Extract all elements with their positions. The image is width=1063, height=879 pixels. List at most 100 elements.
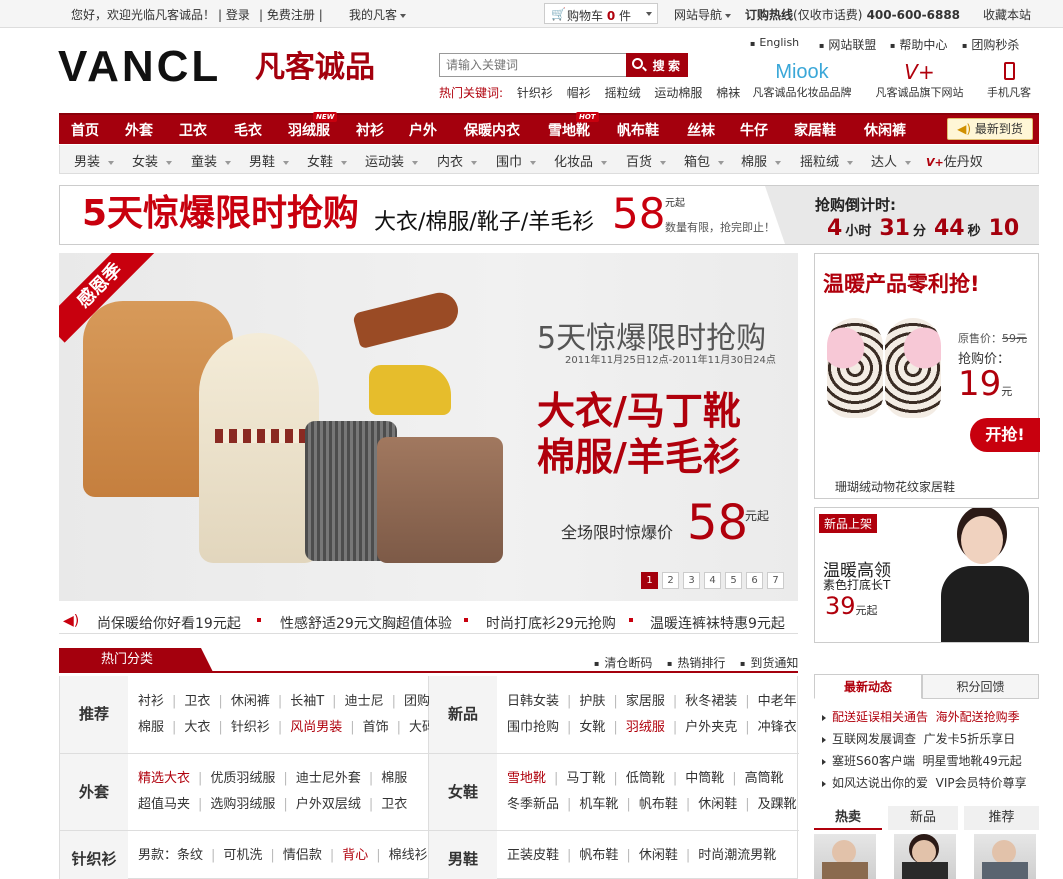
category-link[interactable]: 户外夹克 <box>685 720 737 735</box>
nav-item[interactable]: 卫衣 <box>179 120 207 140</box>
tab-points[interactable]: 积分回馈 <box>922 674 1039 699</box>
category-link[interactable]: 风尚男装 <box>290 720 342 735</box>
category-link[interactable]: 羽绒服 <box>626 720 665 735</box>
subnav-item[interactable]: 男装 <box>74 151 115 170</box>
product-thumb[interactable] <box>894 834 956 879</box>
category-link[interactable]: 帆布鞋 <box>639 797 678 812</box>
subnav-item[interactable]: 围巾 <box>496 151 537 170</box>
subnav-item[interactable]: 内衣 <box>437 151 478 170</box>
tab-latest[interactable]: 最新动态 <box>814 674 922 699</box>
logo-en[interactable]: VANCL <box>58 44 221 90</box>
hot-keyword[interactable]: 棉袜 <box>716 86 740 100</box>
hot-keyword[interactable]: 帽衫 <box>567 86 591 100</box>
nav-item-snowboots[interactable]: HOT 雪地靴 <box>548 112 599 140</box>
ticker-item[interactable]: 时尚打底衫29元抢购 <box>486 613 616 633</box>
site-nav-dropdown[interactable]: 网站导航 <box>674 6 732 23</box>
nav-item[interactable]: 丝袜 <box>687 120 715 140</box>
category-link[interactable]: 及踝靴 <box>758 797 797 812</box>
category-link[interactable]: 背心 <box>342 848 368 863</box>
category-link[interactable]: 低筒靴 <box>626 771 665 786</box>
category-link[interactable]: 马丁靴 <box>566 771 605 786</box>
carousel-dot[interactable]: 7 <box>767 572 784 589</box>
subnav-item[interactable]: 化妆品 <box>554 151 608 170</box>
category-link[interactable]: 秋冬裙装 <box>685 694 737 709</box>
brand-mobile[interactable]: 手机凡客 <box>984 60 1034 100</box>
tab-hot[interactable]: 热卖 <box>814 806 882 830</box>
new-arrival-promo[interactable]: 新品上架 温暖高领 素色打底长T 39元起 <box>814 507 1039 643</box>
category-link[interactable]: 家居服 <box>626 694 665 709</box>
my-vancl-dropdown[interactable]: 我的凡客 <box>349 6 407 23</box>
help-link[interactable]: 帮助中心 <box>890 36 947 53</box>
nav-item[interactable]: 帆布鞋 <box>617 120 659 140</box>
product-thumb[interactable] <box>814 834 876 879</box>
hot-keyword[interactable]: 运动棉服 <box>654 86 702 100</box>
nav-item[interactable]: 牛仔 <box>740 120 768 140</box>
category-link[interactable]: 户外双层绒 <box>296 797 361 812</box>
category-link[interactable]: 日韩女装 <box>507 694 559 709</box>
hero-banner[interactable]: 感恩季 5天惊爆限时抢购 2011年11月25日12点-2011年11月30日2… <box>59 253 798 601</box>
category-link[interactable]: 围巾抢购 <box>507 720 559 735</box>
category-link[interactable]: 团购 <box>404 694 430 709</box>
category-link[interactable]: 冲锋衣 <box>758 720 797 735</box>
subnav-item-giordano[interactable]: V+佐丹奴 <box>926 151 983 170</box>
subnav-item[interactable]: 百货 <box>626 151 667 170</box>
subnav-item[interactable]: 女装 <box>132 151 173 170</box>
subnav-item[interactable]: 运动装 <box>365 151 419 170</box>
hot-keyword[interactable]: 针织衫 <box>517 86 553 100</box>
category-link[interactable]: 棉服 <box>138 720 164 735</box>
subnav-item[interactable]: 男鞋 <box>249 151 290 170</box>
category-link[interactable]: 高筒靴 <box>745 771 784 786</box>
category-link[interactable]: 情侣款 <box>283 848 322 863</box>
category-link[interactable]: 选购羽绒服 <box>210 797 275 812</box>
nav-item[interactable]: 保暖内衣 <box>464 120 520 140</box>
ticker-item[interactable]: 尚保暖给你好看19元起 <box>97 613 241 633</box>
english-link[interactable]: English <box>750 36 799 49</box>
arrival-notice-link[interactable]: 到货通知 <box>740 654 798 671</box>
category-link[interactable]: 可机洗 <box>223 848 262 863</box>
news-item[interactable]: 互联网发展调查 广发卡5折乐享日 <box>822 730 1015 747</box>
nav-item[interactable]: 外套 <box>125 120 153 140</box>
category-link[interactable]: 中老年 <box>758 694 797 709</box>
hot-keyword[interactable]: 摇粒绒 <box>605 86 641 100</box>
grab-button[interactable]: 开抢! <box>970 418 1040 452</box>
nav-item[interactable]: 户外 <box>409 120 437 140</box>
logo-cn[interactable]: 凡客诚品 <box>255 50 375 86</box>
category-link[interactable]: 正装皮鞋 <box>507 848 559 863</box>
register-link[interactable]: | 免费注册 | <box>259 6 323 23</box>
nav-item[interactable]: 休闲裤 <box>864 120 906 140</box>
carousel-dot[interactable]: 1 <box>641 572 658 589</box>
brand-miook[interactable]: Miook 凡客诚品化妆品品牌 <box>752 60 852 100</box>
news-item[interactable]: 塞班S60客户端 明星雪地靴49元起 <box>822 752 1022 769</box>
cart-button[interactable]: 🛒 购物车 0 件 <box>544 3 658 24</box>
category-link[interactable]: 休闲鞋 <box>639 848 678 863</box>
subnav-item[interactable]: 棉服 <box>741 151 782 170</box>
hot-ranking-link[interactable]: 热销排行 <box>667 654 725 671</box>
category-link[interactable]: 棉线衫 <box>389 848 428 863</box>
subnav-item[interactable]: 达人 <box>871 151 912 170</box>
nav-item[interactable]: 家居鞋 <box>794 120 836 140</box>
category-link[interactable]: 休闲裤 <box>231 694 270 709</box>
carousel-dot[interactable]: 5 <box>725 572 742 589</box>
bookmark-link[interactable]: 收藏本站 <box>983 6 1031 23</box>
category-link[interactable]: 机车靴 <box>579 797 618 812</box>
category-link[interactable]: 护肤 <box>579 694 605 709</box>
nav-item[interactable]: 首页 <box>71 120 99 140</box>
category-link[interactable]: 休闲鞋 <box>698 797 737 812</box>
clearance-link[interactable]: 清仓断码 <box>594 654 652 671</box>
ticker-item[interactable]: 性感舒适29元文胸超值体验 <box>280 613 452 633</box>
groupbuy-link[interactable]: 团购秒杀 <box>962 36 1019 53</box>
nav-item[interactable]: 衬衫 <box>356 120 384 140</box>
category-link[interactable]: 卫衣 <box>381 797 407 812</box>
product-thumb[interactable] <box>974 834 1036 879</box>
news-item[interactable]: 如风达说出你的爱 VIP会员特价尊享 <box>822 774 1027 791</box>
carousel-dot[interactable]: 2 <box>662 572 679 589</box>
search-input[interactable] <box>439 53 627 77</box>
warm-promo[interactable]: 温暖产品零利抢! 原售价：59元 抢购价： 19元 开抢! 珊瑚绒动物花纹家居鞋 <box>814 253 1040 499</box>
category-link[interactable]: 针织衫 <box>231 720 270 735</box>
tab-new[interactable]: 新品 <box>888 806 958 830</box>
subnav-item[interactable]: 童装 <box>191 151 232 170</box>
category-link[interactable]: 男款：条纹 <box>138 848 203 863</box>
category-link[interactable]: 棉服 <box>381 771 407 786</box>
carousel-dot[interactable]: 3 <box>683 572 700 589</box>
category-link[interactable]: 长袖T <box>290 694 324 709</box>
